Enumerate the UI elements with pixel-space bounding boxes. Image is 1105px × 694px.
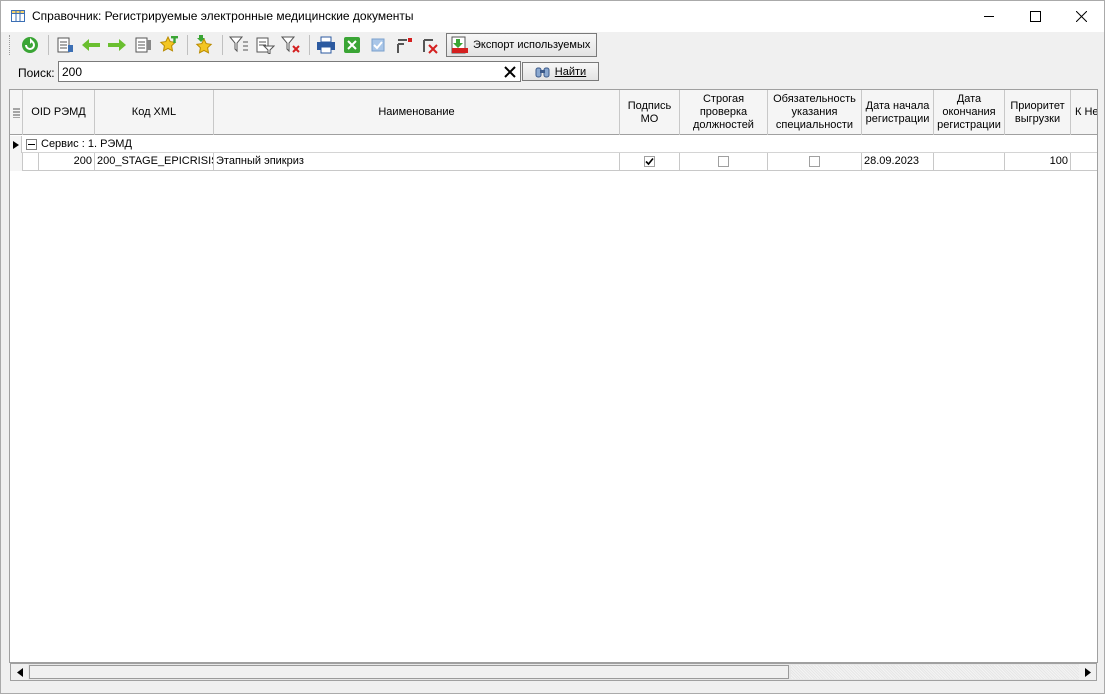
column-header-signature-mo[interactable]: Подпись МО bbox=[620, 90, 680, 135]
group-collapse-button[interactable] bbox=[26, 139, 37, 150]
minimize-icon bbox=[983, 16, 994, 17]
find-binoculars-icon bbox=[535, 67, 550, 77]
minimize-button[interactable] bbox=[966, 1, 1012, 32]
star-add-icon bbox=[159, 35, 178, 52]
edit-list-icon bbox=[135, 37, 151, 53]
sort-button[interactable] bbox=[392, 34, 416, 56]
column-header-specialty-required[interactable]: Обязательность указания специальности bbox=[768, 90, 862, 135]
back-button[interactable] bbox=[79, 34, 103, 56]
clear-sort-button[interactable] bbox=[418, 34, 442, 56]
search-input[interactable] bbox=[58, 61, 521, 82]
row-indicator bbox=[10, 153, 23, 171]
export-used-button[interactable]: Экспорт используемых bbox=[446, 33, 598, 57]
excel-icon bbox=[344, 37, 360, 53]
filter-icon bbox=[229, 36, 248, 53]
print-button[interactable] bbox=[314, 34, 338, 56]
search-row: Поиск: Найти bbox=[1, 60, 1101, 84]
column-header-date-start[interactable]: Дата начала регистрации bbox=[862, 90, 934, 135]
column-header-code-xml[interactable]: Код XML bbox=[95, 90, 214, 135]
search-label: Поиск: bbox=[18, 66, 55, 80]
scroll-right-button[interactable] bbox=[1079, 664, 1096, 680]
row-indicator bbox=[10, 136, 22, 153]
cell-code-xml[interactable]: 200_STAGE_EPICRISIS bbox=[95, 153, 214, 171]
export-xml-icon bbox=[451, 36, 468, 54]
group-row[interactable]: Сервис : 1. РЭМД bbox=[10, 136, 1097, 153]
properties-button[interactable] bbox=[53, 34, 77, 56]
data-grid: OID РЭМД Код XML Наименование Подпись МО… bbox=[9, 89, 1098, 663]
cell-date-end[interactable] bbox=[934, 153, 1005, 171]
arrow-right-icon bbox=[108, 39, 126, 51]
filter-clear-icon bbox=[281, 36, 300, 53]
clear-x-icon bbox=[504, 66, 516, 78]
column-header-oid[interactable]: OID РЭМД bbox=[23, 90, 95, 135]
toolbar-grip bbox=[9, 35, 12, 55]
cell-strict-check[interactable] bbox=[680, 153, 768, 171]
add-favorite-button[interactable] bbox=[157, 34, 181, 56]
cell-specialty-required[interactable] bbox=[768, 153, 862, 171]
grid-header: OID РЭМД Код XML Наименование Подпись МО… bbox=[10, 90, 1097, 135]
filter-edit-icon bbox=[256, 37, 275, 54]
close-icon bbox=[1075, 11, 1087, 22]
cell-name[interactable]: Этапный эпикриз bbox=[214, 153, 620, 171]
clear-search-button[interactable] bbox=[502, 64, 518, 80]
window-title: Справочник: Регистрируемые электронные м… bbox=[32, 9, 414, 23]
sort-clear-icon bbox=[423, 39, 438, 54]
cell-oid[interactable]: 200 bbox=[39, 153, 95, 171]
refresh-icon bbox=[22, 37, 38, 53]
column-header-strict-check[interactable]: Строгая проверка должностей bbox=[680, 90, 768, 135]
close-button[interactable] bbox=[1058, 1, 1104, 32]
scrollbar-thumb[interactable] bbox=[29, 665, 789, 679]
find-label: Найти bbox=[554, 65, 587, 78]
checkmark-icon bbox=[645, 157, 654, 166]
scrollbar-track[interactable] bbox=[791, 665, 1081, 679]
table-row[interactable]: 200 200_STAGE_EPICRISIS Этапный эпикриз … bbox=[10, 153, 1097, 171]
group-label: Сервис : 1. РЭМД bbox=[41, 138, 132, 150]
cell-priority[interactable]: 100 bbox=[1005, 153, 1071, 171]
minus-icon bbox=[28, 144, 35, 145]
scroll-right-icon bbox=[1084, 667, 1091, 677]
current-row-arrow-icon bbox=[12, 140, 19, 149]
star-down-icon bbox=[195, 35, 213, 54]
filter-edit-button[interactable] bbox=[253, 34, 277, 56]
toolbar: Экспорт используемых bbox=[7, 32, 1097, 58]
column-header-priority[interactable]: Приоритет выгрузки bbox=[1005, 90, 1071, 135]
horizontal-scrollbar[interactable] bbox=[10, 663, 1097, 681]
cell-signature-mo[interactable] bbox=[620, 153, 680, 171]
select-check-button[interactable] bbox=[366, 34, 390, 56]
strict-check-checkbox[interactable] bbox=[718, 156, 729, 167]
app-window: Справочник: Регистрируемые электронные м… bbox=[0, 0, 1105, 694]
table-icon bbox=[11, 10, 25, 22]
column-header-date-end[interactable]: Дата окончания регистрации bbox=[934, 90, 1005, 135]
refresh-button[interactable] bbox=[18, 34, 42, 56]
filter-button[interactable] bbox=[227, 34, 251, 56]
scroll-left-button[interactable] bbox=[11, 664, 28, 680]
printer-icon bbox=[317, 36, 335, 54]
column-chooser-button[interactable] bbox=[10, 90, 23, 135]
title-bar: Справочник: Регистрируемые электронные м… bbox=[1, 1, 1104, 32]
maximize-button[interactable] bbox=[1012, 1, 1058, 32]
favorite-button[interactable] bbox=[192, 34, 216, 56]
specialty-required-checkbox[interactable] bbox=[809, 156, 820, 167]
scroll-left-icon bbox=[16, 667, 23, 677]
group-indent-cell bbox=[23, 153, 39, 171]
export-used-label: Экспорт используемых bbox=[473, 39, 591, 51]
edit-record-button[interactable] bbox=[131, 34, 155, 56]
sort-icon bbox=[397, 38, 412, 53]
forward-button[interactable] bbox=[105, 34, 129, 56]
signature-mo-checkbox[interactable] bbox=[644, 156, 655, 167]
cell-date-start[interactable]: 28.09.2023 bbox=[862, 153, 934, 171]
find-button[interactable]: Найти bbox=[522, 62, 599, 81]
clear-filter-button[interactable] bbox=[279, 34, 303, 56]
column-header-truncated[interactable]: К Нет bbox=[1071, 90, 1097, 135]
excel-export-button[interactable] bbox=[340, 34, 364, 56]
list-properties-icon bbox=[57, 37, 73, 53]
checkbox-icon bbox=[371, 38, 385, 52]
maximize-icon bbox=[1029, 11, 1041, 22]
column-header-name[interactable]: Наименование bbox=[214, 90, 620, 135]
arrow-left-icon bbox=[82, 39, 100, 51]
column-chooser-icon bbox=[12, 108, 20, 118]
cell-truncated[interactable] bbox=[1071, 153, 1097, 171]
